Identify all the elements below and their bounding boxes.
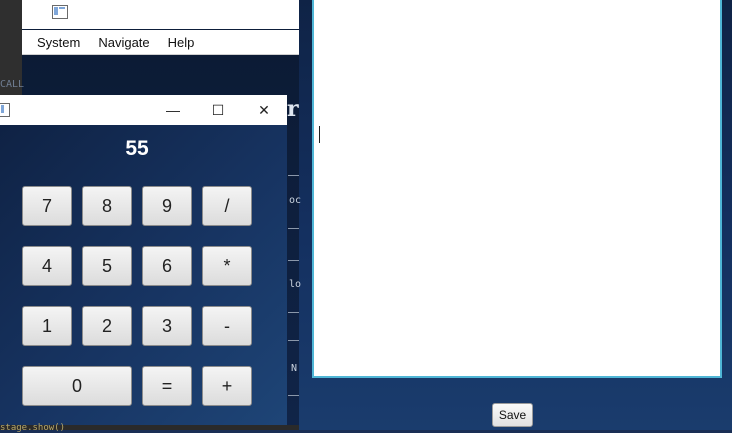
key-7[interactable]: 7 xyxy=(22,186,72,226)
key-divide[interactable]: / xyxy=(202,186,252,226)
calculator-display: 55 xyxy=(125,137,149,160)
code-big-glyph: r xyxy=(287,96,299,122)
text-caret xyxy=(319,126,320,143)
menu-navigate[interactable]: Navigate xyxy=(98,35,149,50)
menu-bar: System Navigate Help xyxy=(22,30,299,55)
divider-line xyxy=(288,312,299,313)
close-icon[interactable]: ✕ xyxy=(242,95,286,125)
menu-system[interactable]: System xyxy=(37,35,80,50)
divider-line xyxy=(288,228,299,229)
save-button[interactable]: Save xyxy=(492,403,533,427)
calculator-body: 55 7 8 9 / 4 5 6 * 1 2 3 - 0 = + xyxy=(0,125,287,430)
maximize-icon[interactable]: ☐ xyxy=(196,95,240,125)
key-3[interactable]: 3 xyxy=(142,306,192,346)
console-call-text: CALL xyxy=(0,79,25,90)
key-add[interactable]: + xyxy=(202,366,252,406)
divider-line xyxy=(288,340,299,341)
calculator-window-icon xyxy=(0,103,10,117)
bottom-code-text: stage.show() xyxy=(0,423,66,433)
key-0[interactable]: 0 xyxy=(22,366,132,406)
menu-help[interactable]: Help xyxy=(168,35,195,50)
divider-line xyxy=(288,260,299,261)
key-5[interactable]: 5 xyxy=(82,246,132,286)
code-fragment: oc xyxy=(289,195,302,206)
key-1[interactable]: 1 xyxy=(22,306,72,346)
calculator-titlebar[interactable]: — ☐ ✕ xyxy=(0,95,287,125)
key-4[interactable]: 4 xyxy=(22,246,72,286)
key-subtract[interactable]: - xyxy=(202,306,252,346)
divider-line xyxy=(288,395,299,396)
key-8[interactable]: 8 xyxy=(82,186,132,226)
minimize-icon[interactable]: — xyxy=(151,95,195,125)
app-window-icon xyxy=(52,5,68,19)
back-window-titlebar[interactable] xyxy=(22,0,299,29)
text-editor-area[interactable] xyxy=(312,0,722,378)
code-fragment: lo xyxy=(289,279,302,290)
calculator-window: — ☐ ✕ 55 7 8 9 / 4 5 6 * 1 2 3 - 0 = + xyxy=(0,95,287,430)
key-9[interactable]: 9 xyxy=(142,186,192,226)
key-multiply[interactable]: * xyxy=(202,246,252,286)
key-2[interactable]: 2 xyxy=(82,306,132,346)
code-fragment: N xyxy=(291,363,298,374)
key-6[interactable]: 6 xyxy=(142,246,192,286)
divider-line xyxy=(288,175,299,176)
key-equals[interactable]: = xyxy=(142,366,192,406)
